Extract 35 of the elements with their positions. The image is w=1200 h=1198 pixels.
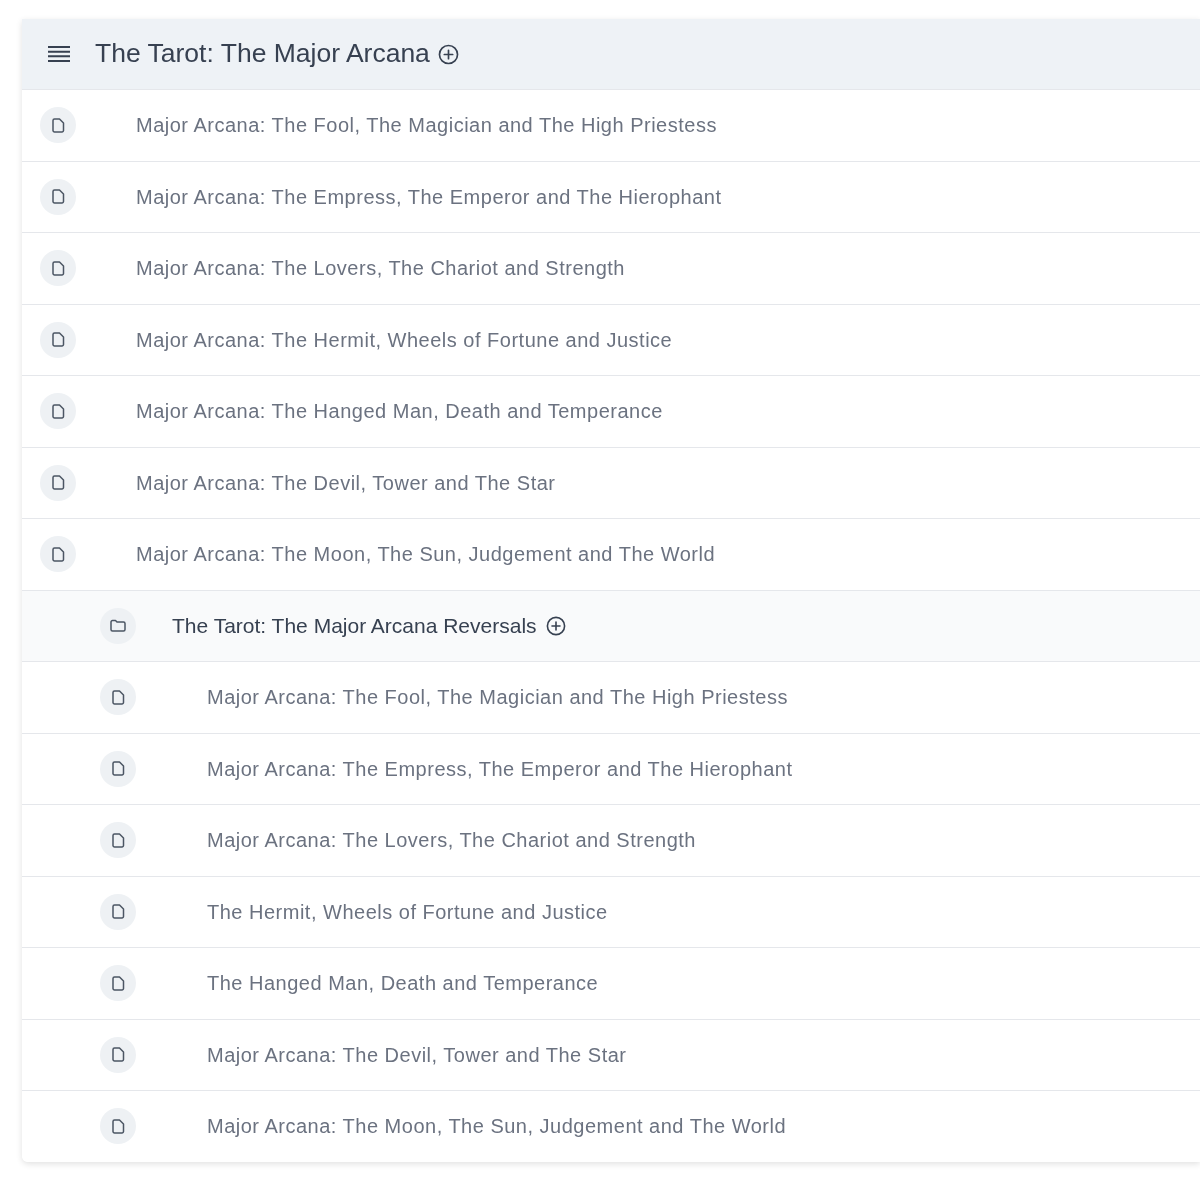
document-title[interactable]: Major Arcana: The Fool, The Magician and The High Priestess: [207, 682, 788, 713]
document-title[interactable]: Major Arcana: The Lovers, The Chariot and Strength: [136, 253, 625, 284]
folder-title[interactable]: The Tarot: The Major Arcana Reversals: [172, 610, 537, 642]
document-title[interactable]: Major Arcana: The Moon, The Sun, Judgement and The World: [207, 1111, 787, 1142]
folder-row[interactable]: The Tarot: The Major Arcana Reversals: [22, 589, 1200, 661]
add-icon[interactable]: [437, 43, 459, 65]
file-icon: [40, 250, 76, 287]
document-title[interactable]: Major Arcana: The Lovers, The Chariot and Strength: [207, 825, 696, 856]
document-title[interactable]: Major Arcana: The Hanged Man, Death and Temperance: [136, 396, 663, 427]
file-icon: [40, 107, 76, 144]
document-title[interactable]: Major Arcana: The Moon, The Sun, Judgement and The World: [136, 539, 716, 570]
document-title[interactable]: The Hanged Man, Death and Temperance: [207, 968, 599, 999]
file-icon: [40, 393, 76, 430]
file-icon: [100, 893, 136, 930]
document-title[interactable]: Major Arcana: The Hermit, Wheels of Fortune and Justice: [136, 324, 673, 355]
folder-icon: [100, 607, 136, 644]
file-icon: [40, 536, 76, 573]
add-icon[interactable]: [545, 615, 566, 636]
file-icon: [40, 464, 76, 501]
file-icon: [100, 965, 136, 1002]
list-title: The Tarot: The Major Arcana: [95, 37, 430, 71]
document-title[interactable]: Major Arcana: The Empress, The Emperor and The Hierophant: [136, 181, 722, 212]
file-icon: [40, 178, 76, 215]
document-title[interactable]: Major Arcana: The Devil, Tower and The Star: [136, 467, 556, 498]
document-title[interactable]: Major Arcana: The Fool, The Magician and The High Priestess: [136, 110, 717, 141]
file-icon: [100, 1108, 136, 1145]
file-icon: [100, 750, 136, 787]
document-title[interactable]: Major Arcana: The Empress, The Emperor and The Hierophant: [207, 753, 793, 784]
file-icon: [100, 822, 136, 859]
document-title[interactable]: Major Arcana: The Devil, Tower and The Star: [207, 1039, 627, 1070]
file-icon: [100, 1036, 136, 1073]
document-title[interactable]: The Hermit, Wheels of Fortune and Justice: [207, 896, 608, 927]
file-icon: [100, 679, 136, 716]
file-icon: [40, 321, 76, 358]
menu-icon[interactable]: [48, 46, 70, 62]
